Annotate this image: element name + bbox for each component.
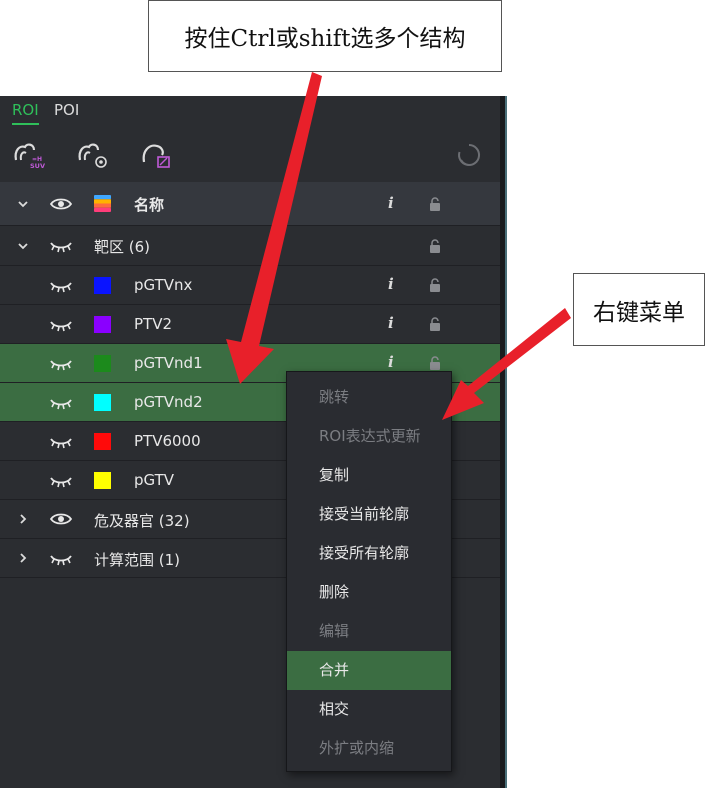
arrow-to-context-menu-icon bbox=[442, 308, 571, 420]
arrow-to-selected-rows-icon bbox=[226, 72, 322, 384]
annotation-arrows bbox=[226, 72, 571, 420]
